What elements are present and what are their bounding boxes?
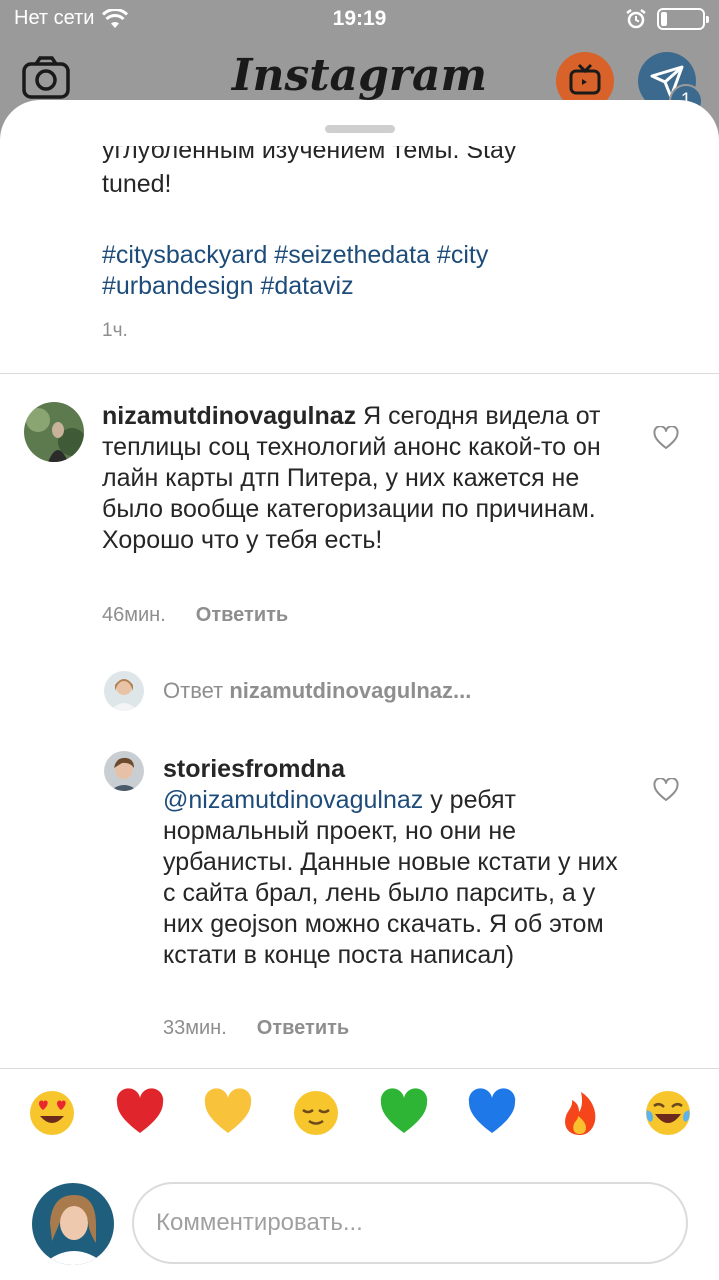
avatar[interactable] <box>104 751 144 791</box>
avatar-photo <box>24 402 84 462</box>
divider <box>0 373 719 374</box>
replies-toggle-prefix: Ответ <box>163 678 224 703</box>
battery-icon <box>657 8 709 30</box>
comment-composer <box>0 1180 719 1270</box>
heart-eyes-emoji-icon[interactable] <box>27 1088 77 1138</box>
comments-sheet: углубленным изучением темы. Stay tuned! … <box>0 100 719 1280</box>
avatar-photo <box>32 1183 114 1265</box>
status-right <box>625 8 709 30</box>
status-time: 19:19 <box>332 7 387 30</box>
battery-level <box>661 12 667 26</box>
comment-time: 46мин. <box>102 604 166 626</box>
view-replies-toggle[interactable]: Ответ nizamutdinovagulnaz... <box>163 678 471 704</box>
reply-meta: 33мин. Ответить <box>163 1017 349 1040</box>
quick-emoji-bar <box>0 1088 719 1148</box>
avatar-photo <box>104 671 144 711</box>
avatar[interactable] <box>24 402 84 462</box>
heart-icon[interactable] <box>653 426 679 450</box>
caption-partial-line: углубленным изучением темы. Stay <box>102 136 517 164</box>
sheet-grabber[interactable] <box>325 125 395 133</box>
post-time: 1ч. <box>102 320 128 341</box>
comment-input[interactable] <box>132 1182 688 1264</box>
comment-username[interactable]: nizamutdinovagulnaz <box>102 402 356 430</box>
comment-meta: 46мин. Ответить <box>102 604 288 627</box>
reply-time: 33мин. <box>163 1017 227 1039</box>
alarm-icon <box>626 9 646 29</box>
replies-toggle-username: nizamutdinovagulnaz... <box>229 678 472 703</box>
reply-button[interactable]: Ответить <box>257 1017 349 1039</box>
green-heart-icon[interactable] <box>379 1088 429 1138</box>
hashtags-line[interactable]: #urbandesign #dataviz <box>102 271 662 302</box>
reply-mention[interactable]: @nizamutdinovagulnaz <box>163 786 423 814</box>
yellow-heart-icon[interactable] <box>203 1088 253 1138</box>
heart-icon[interactable] <box>653 778 679 802</box>
tears-of-joy-icon[interactable] <box>643 1088 693 1138</box>
divider <box>0 1068 719 1069</box>
comment-body: nizamutdinovagulnaz Я сегодня видела от … <box>102 401 622 556</box>
relieved-face-icon[interactable] <box>291 1088 341 1138</box>
reply-body: storiesfromdna @nizamutdinovagulnaz у ре… <box>163 754 623 971</box>
fire-icon[interactable] <box>555 1088 605 1138</box>
avatar[interactable] <box>104 671 144 711</box>
status-bar: Нет сети 19:19 <box>0 0 719 40</box>
hashtags-line[interactable]: #citysbackyard #seizethedata #city <box>102 240 662 271</box>
caption-tail: tuned! <box>102 170 172 198</box>
my-avatar <box>32 1183 114 1265</box>
avatar-photo <box>104 751 144 791</box>
reply-button[interactable]: Ответить <box>196 604 288 626</box>
post-hashtags: #citysbackyard #seizethedata #city #urba… <box>102 240 662 302</box>
red-heart-icon[interactable] <box>115 1088 165 1138</box>
reply-username[interactable]: storiesfromdna <box>163 754 623 785</box>
blue-heart-icon[interactable] <box>467 1088 517 1138</box>
